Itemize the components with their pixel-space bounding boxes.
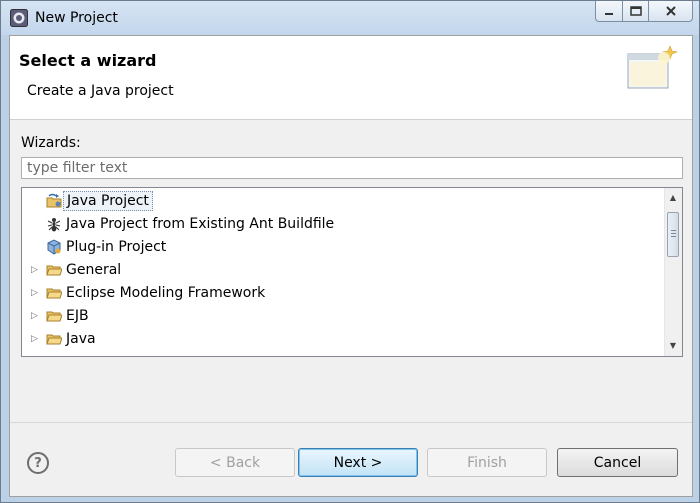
cancel-button[interactable]: Cancel [557, 448, 678, 477]
minimize-button[interactable] [595, 1, 623, 22]
tree-item-java-project[interactable]: Java Project [22, 190, 658, 213]
page-description: Create a Java project [27, 83, 174, 99]
thumb-grip [671, 233, 676, 234]
scrollbar-thumb[interactable] [667, 212, 679, 257]
folder-icon [46, 288, 62, 299]
dialog-content: Select a wizard Create a Java project Wi… [9, 35, 693, 497]
new-project-dialog: New Project Select a wizard Create a Jav… [0, 0, 700, 503]
java-project-icon [46, 193, 62, 208]
folder-icon [46, 265, 62, 276]
wizard-tree[interactable]: Java Project Java Project from Existing … [21, 187, 683, 357]
button-bar-separator [10, 422, 692, 423]
maximize-button[interactable] [623, 1, 649, 22]
title-bar[interactable]: New Project [1, 1, 699, 35]
filter-input[interactable] [21, 157, 683, 179]
tree-item-label: Java Project [63, 191, 153, 211]
window-controls [595, 1, 693, 23]
back-button[interactable]: < Back [175, 448, 295, 477]
tree-item-plugin-project[interactable]: Plug-in Project [22, 236, 658, 259]
finish-button[interactable]: Finish [427, 448, 547, 477]
new-wizard-banner-icon [627, 45, 678, 89]
close-icon [665, 6, 676, 16]
tree-item-label: Eclipse Modeling Framework [66, 285, 266, 301]
tree-item-label: Java [66, 331, 96, 347]
tree-item-java[interactable]: ▷ Java [22, 328, 658, 351]
plugin-project-icon [47, 239, 61, 255]
tree-item-ejb[interactable]: ▷ EJB [22, 305, 658, 328]
scroll-down-arrow-icon[interactable]: ▼ [668, 341, 678, 351]
expand-arrow-icon[interactable]: ▷ [31, 311, 41, 321]
maximize-icon [629, 6, 642, 16]
tree-item-label: General [66, 262, 122, 278]
page-title: Select a wizard [19, 51, 157, 70]
minimize-icon [605, 13, 613, 15]
wizards-label: Wizards: [21, 135, 81, 151]
thumb-grip [671, 230, 676, 231]
folder-icon [46, 311, 62, 322]
thumb-grip [671, 236, 676, 237]
window-title: New Project [35, 10, 118, 26]
tree-scrollbar[interactable]: ▲ ▼ [664, 188, 682, 356]
expand-arrow-icon[interactable]: ▷ [31, 334, 41, 344]
tree-item-label: Java Project from Existing Ant Buildfile [66, 216, 335, 232]
tree-item-label: Plug-in Project [66, 239, 167, 255]
folder-icon [46, 334, 62, 345]
tree-item-label: EJB [66, 308, 89, 324]
close-button[interactable] [649, 1, 693, 22]
expand-arrow-icon[interactable]: ▷ [31, 265, 41, 275]
tree-item-ant-project[interactable]: Java Project from Existing Ant Buildfile [22, 213, 658, 236]
wizard-header: Select a wizard Create a Java project [10, 36, 692, 120]
tree-item-general[interactable]: ▷ General [22, 259, 658, 282]
scroll-up-arrow-icon[interactable]: ▲ [668, 193, 678, 203]
next-button[interactable]: Next > [298, 448, 418, 477]
expand-arrow-icon[interactable]: ▷ [31, 288, 41, 298]
eclipse-app-icon [10, 9, 28, 27]
ant-icon [47, 218, 61, 232]
tree-item-eclipse-modeling-framework[interactable]: ▷ Eclipse Modeling Framework [22, 282, 658, 305]
help-icon[interactable]: ? [27, 452, 49, 474]
